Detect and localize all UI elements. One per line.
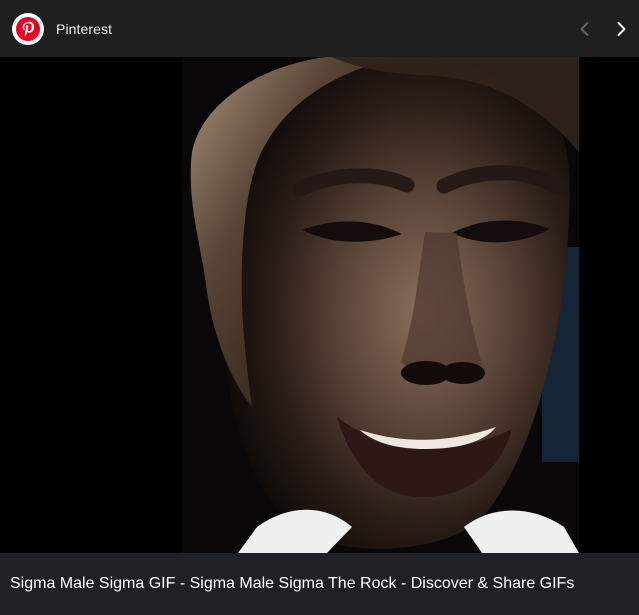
viewer-header: Pinterest <box>0 0 639 57</box>
image-viewer: Pinterest Sigma Male Sigma GIF - Sigma M… <box>0 0 639 615</box>
gif-image[interactable] <box>182 57 579 553</box>
previous-image-button[interactable] <box>567 11 603 47</box>
caption-bar: Sigma Male Sigma GIF - Sigma Male Sigma … <box>0 553 639 615</box>
chevron-left-icon <box>580 21 589 36</box>
media-area <box>0 57 639 553</box>
pinterest-logo-icon[interactable] <box>12 12 44 45</box>
source-name[interactable]: Pinterest <box>56 21 112 37</box>
next-image-button[interactable] <box>603 11 639 47</box>
image-caption[interactable]: Sigma Male Sigma GIF - Sigma Male Sigma … <box>10 575 574 593</box>
image-navigation <box>567 0 639 57</box>
chevron-right-icon <box>617 21 626 36</box>
